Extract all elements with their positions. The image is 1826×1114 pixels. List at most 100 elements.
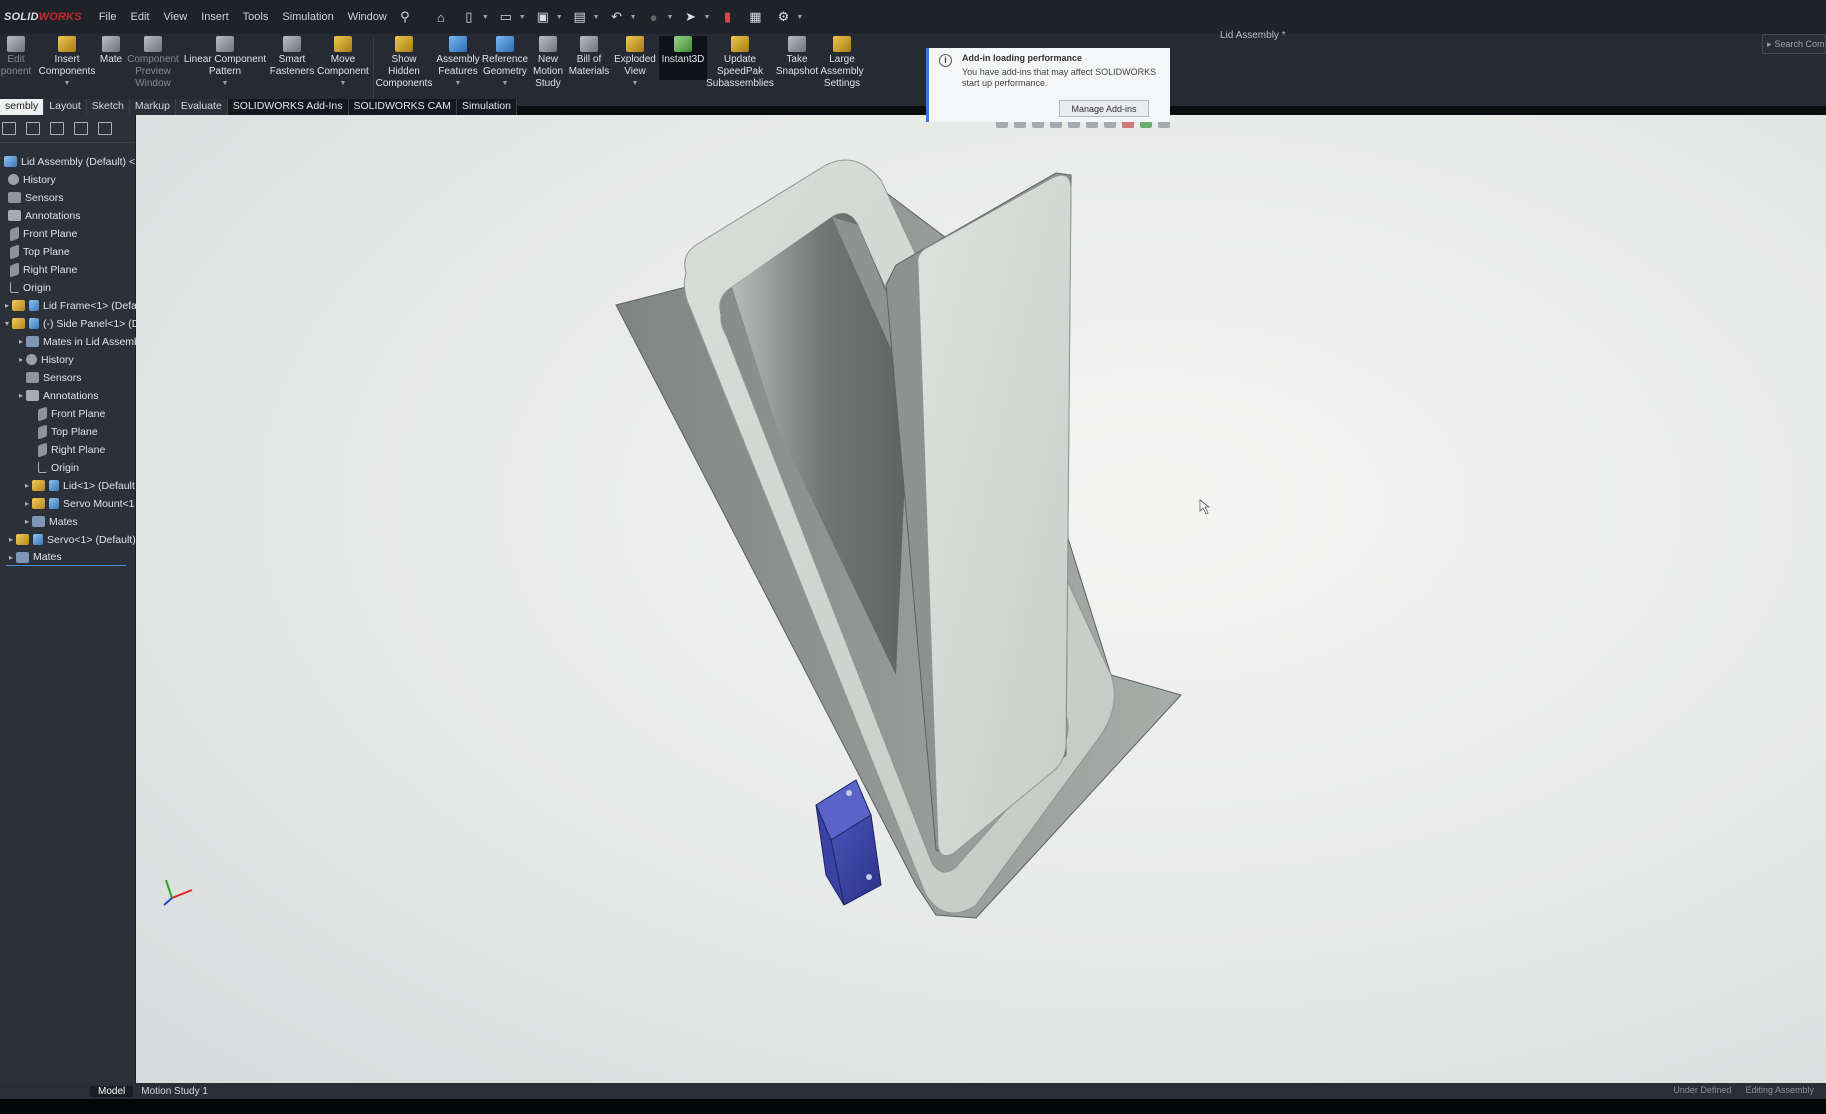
insert-components-button[interactable]: Insert Components ▼ bbox=[36, 36, 98, 90]
traffic-light-icon[interactable]: ▮ bbox=[716, 6, 738, 28]
tab-solidworks-add-ins[interactable]: SOLIDWORKS Add-Ins bbox=[227, 99, 349, 115]
reference-geometry-button[interactable]: Reference Geometry ▼ bbox=[481, 36, 529, 90]
assembly-features-button[interactable]: Assembly Features ▼ bbox=[436, 36, 480, 90]
file-properties-icon[interactable]: ▦ bbox=[744, 6, 766, 28]
open-caret-icon[interactable]: ▼ bbox=[519, 14, 526, 21]
tree-item-mates[interactable]: ▸ Mates bbox=[6, 549, 126, 566]
component-preview-window-button[interactable]: Component Preview Window bbox=[125, 36, 181, 90]
graphics-viewport[interactable] bbox=[136, 115, 1826, 1083]
select-caret-icon[interactable]: ▼ bbox=[703, 14, 710, 21]
tree-item-side-panel-annotations[interactable]: ▸ Annotations bbox=[16, 387, 98, 404]
tree-item-side-panel-front-plane[interactable]: Front Plane bbox=[38, 405, 105, 422]
tree-item-sensors[interactable]: Sensors bbox=[8, 189, 64, 206]
reference-geometry-caret-icon[interactable]: ▼ bbox=[502, 78, 509, 90]
expand-arrow-icon[interactable]: ▸ bbox=[16, 337, 26, 346]
update-speedpak-button[interactable]: Update SpeedPak Subassemblies bbox=[706, 36, 774, 90]
expand-arrow-icon[interactable]: ▸ bbox=[16, 391, 26, 400]
tree-item-side-panel-history[interactable]: ▸ History bbox=[16, 351, 74, 368]
exploded-view-button[interactable]: Exploded View ▼ bbox=[612, 36, 658, 90]
menu-file[interactable]: File bbox=[92, 11, 124, 23]
undo-caret-icon[interactable]: ▼ bbox=[630, 14, 637, 21]
tree-item-origin[interactable]: Origin bbox=[10, 279, 51, 296]
redo-caret-icon[interactable]: ▼ bbox=[667, 14, 674, 21]
tree-item-servo[interactable]: ▸ Servo<1> (Default) bbox=[6, 531, 136, 548]
tree-item-root[interactable]: Lid Assembly (Default) < bbox=[4, 153, 135, 170]
display-manager-tab-icon[interactable] bbox=[98, 122, 112, 135]
tree-item-top-plane[interactable]: Top Plane bbox=[10, 243, 70, 260]
new-caret-icon[interactable]: ▼ bbox=[482, 14, 489, 21]
tree-item-front-plane[interactable]: Front Plane bbox=[10, 225, 77, 242]
linear-pattern-caret-icon[interactable]: ▼ bbox=[222, 78, 229, 90]
tree-item-lid-frame[interactable]: ▸ Lid Frame<1> (Defa bbox=[2, 297, 137, 314]
expand-arrow-icon[interactable]: ▸ bbox=[6, 553, 16, 562]
menu-view[interactable]: View bbox=[157, 11, 195, 23]
menu-window[interactable]: Window bbox=[341, 11, 394, 23]
tab-evaluate[interactable]: Evaluate bbox=[175, 99, 228, 115]
pin-icon[interactable]: ⚲ bbox=[394, 6, 416, 28]
menu-edit[interactable]: Edit bbox=[124, 11, 157, 23]
insert-components-caret-icon[interactable]: ▼ bbox=[64, 78, 71, 90]
lid-panel-face[interactable] bbox=[917, 174, 1072, 857]
menu-insert[interactable]: Insert bbox=[194, 11, 236, 23]
manage-add-ins-button[interactable]: Manage Add-ins bbox=[1059, 100, 1149, 117]
large-assembly-settings-button[interactable]: Large Assembly Settings bbox=[820, 36, 864, 90]
open-folder-icon[interactable]: ▭ bbox=[495, 6, 517, 28]
bill-of-materials-button[interactable]: Bill of Materials bbox=[567, 36, 611, 78]
search-commands-input[interactable]: ▸ Search Com bbox=[1762, 34, 1826, 54]
new-motion-study-button[interactable]: New Motion Study bbox=[531, 36, 565, 90]
move-component-button[interactable]: Move Component ▼ bbox=[316, 36, 370, 90]
tab-layout[interactable]: Layout bbox=[44, 99, 87, 115]
expand-arrow-icon[interactable]: ▸ bbox=[22, 517, 32, 526]
feature-tree-tab-icon[interactable] bbox=[2, 122, 16, 135]
expand-arrow-icon[interactable]: ▸ bbox=[22, 481, 32, 490]
save-caret-icon[interactable]: ▼ bbox=[556, 14, 563, 21]
undo-icon[interactable]: ↶ bbox=[606, 6, 628, 28]
print-caret-icon[interactable]: ▼ bbox=[593, 14, 600, 21]
move-component-caret-icon[interactable]: ▼ bbox=[340, 78, 347, 90]
expand-arrow-icon[interactable]: ▸ bbox=[16, 355, 26, 364]
tree-item-history[interactable]: History bbox=[8, 171, 56, 188]
tab-solidworks-cam[interactable]: SOLIDWORKS CAM bbox=[348, 99, 457, 115]
tab-sketch[interactable]: Sketch bbox=[86, 99, 130, 115]
take-snapshot-button[interactable]: Take Snapshot bbox=[775, 36, 819, 78]
mate-button[interactable]: Mate bbox=[98, 36, 124, 66]
tree-item-lid[interactable]: ▸ Lid<1> (Default bbox=[22, 477, 135, 494]
tab-motion-study-1[interactable]: Motion Study 1 bbox=[133, 1086, 216, 1097]
tree-item-annotations[interactable]: Annotations bbox=[8, 207, 80, 224]
home-icon[interactable]: ⌂ bbox=[430, 6, 452, 28]
tree-item-side-panel-sensors[interactable]: Sensors bbox=[26, 369, 82, 386]
lid-assembly-model[interactable] bbox=[136, 115, 1826, 1083]
configuration-manager-tab-icon[interactable] bbox=[50, 122, 64, 135]
save-icon[interactable]: ▣ bbox=[532, 6, 554, 28]
smart-fasteners-button[interactable]: Smart Fasteners bbox=[270, 36, 314, 78]
instant3d-button[interactable]: Instant3D bbox=[659, 36, 707, 80]
expand-arrow-icon[interactable]: ▸ bbox=[6, 535, 16, 544]
tree-item-mates-in-lid-assembly[interactable]: ▸ Mates in Lid Assemb bbox=[16, 333, 140, 350]
tree-item-side-panel-top-plane[interactable]: Top Plane bbox=[38, 423, 98, 440]
tab-simulation[interactable]: Simulation bbox=[456, 99, 517, 115]
tab-model[interactable]: Model bbox=[90, 1085, 134, 1097]
property-manager-tab-icon[interactable] bbox=[26, 122, 40, 135]
expand-arrow-icon[interactable]: ▸ bbox=[2, 301, 12, 310]
print-icon[interactable]: ▤ bbox=[569, 6, 591, 28]
tab-assembly[interactable]: sembly bbox=[0, 99, 45, 115]
expand-arrow-icon[interactable]: ▸ bbox=[22, 499, 32, 508]
menu-tools[interactable]: Tools bbox=[236, 11, 276, 23]
new-document-icon[interactable]: ▯ bbox=[458, 6, 480, 28]
options-caret-icon[interactable]: ▼ bbox=[796, 14, 803, 21]
redo-icon[interactable]: ● bbox=[643, 6, 665, 28]
tree-item-side-panel-origin[interactable]: Origin bbox=[38, 459, 79, 476]
tree-item-right-plane[interactable]: Right Plane bbox=[10, 261, 77, 278]
tree-item-side-panel-mates[interactable]: ▸ Mates bbox=[22, 513, 78, 530]
edit-component-button[interactable]: Edit ponent bbox=[0, 36, 32, 78]
select-arrow-icon[interactable]: ➤ bbox=[679, 6, 701, 28]
collapse-arrow-icon[interactable]: ▾ bbox=[2, 319, 12, 328]
options-gear-icon[interactable]: ⚙ bbox=[772, 6, 794, 28]
tab-markup[interactable]: Markup bbox=[129, 99, 176, 115]
tree-item-side-panel[interactable]: ▾ (-) Side Panel<1> (D bbox=[2, 315, 139, 332]
exploded-view-caret-icon[interactable]: ▼ bbox=[632, 78, 639, 90]
show-hidden-components-button[interactable]: Show Hidden Components bbox=[374, 36, 434, 90]
menu-simulation[interactable]: Simulation bbox=[275, 11, 340, 23]
assembly-features-caret-icon[interactable]: ▼ bbox=[455, 78, 462, 90]
tree-item-servo-mount[interactable]: ▸ Servo Mount<1 bbox=[22, 495, 135, 512]
